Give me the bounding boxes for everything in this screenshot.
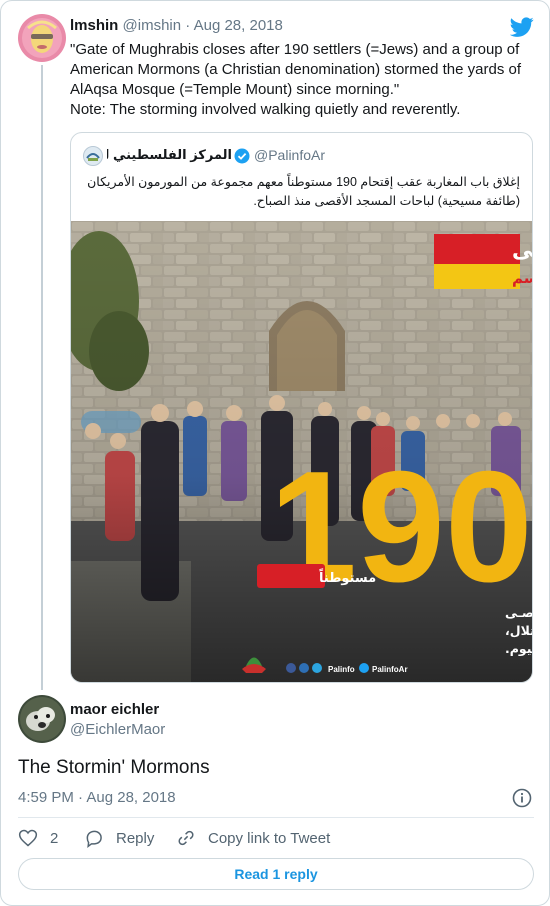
big-number: 190 xyxy=(269,439,533,615)
divider xyxy=(18,817,534,818)
tweet-text: "Gate of Mughrabis closes after 190 sett… xyxy=(70,40,535,120)
quoted-tweet-header: المركز الفلسطيني للإعلام @PalinfoAr xyxy=(83,146,520,166)
telegram-icon xyxy=(312,663,322,673)
reply-author-name[interactable]: maor eichler xyxy=(70,701,159,718)
info-icon[interactable] xyxy=(512,788,532,808)
quoted-tweet-image[interactable]: الأقصى #لن_يقسم 190 مستوطناً اقتحموا باح… xyxy=(71,221,533,682)
like-button[interactable]: 2 xyxy=(18,827,58,849)
tweet-header: lmshin @imshin · Aug 28, 2018 xyxy=(70,17,283,34)
badge-line2: #لن_يقسم xyxy=(512,269,533,287)
social-label-2: PalinfoAr xyxy=(372,665,408,674)
reply-button[interactable]: Reply xyxy=(84,827,154,849)
twitter-small-icon xyxy=(359,663,369,673)
author-name[interactable]: lmshin xyxy=(70,17,118,34)
author-handle[interactable]: @imshin xyxy=(123,17,182,34)
avatar[interactable] xyxy=(18,695,66,743)
like-count: 2 xyxy=(50,829,59,847)
instagram-icon xyxy=(299,663,309,673)
image-caption-line: اقتحموا باحات المسـجد الأقصـى xyxy=(505,605,533,620)
image-caption-line: صباح اليوم. xyxy=(505,641,533,657)
quoted-tweet-text: إغلاق باب المغاربة عقب إقتحام 190 مستوطن… xyxy=(83,173,520,211)
tweet-text-line: AlAqsa Mosque (=Temple Mount) since morn… xyxy=(70,81,400,98)
reply-label: Reply xyxy=(116,829,155,847)
tweet-embed-card: lmshin @imshin · Aug 28, 2018 "Gate of M… xyxy=(0,0,550,906)
thread-connector-line xyxy=(41,65,43,690)
separator-dot: · xyxy=(185,17,191,34)
badge-yellow-bg xyxy=(434,264,520,289)
quoted-text-line: إغلاق باب المغاربة عقب إقتحام 190 مستوطن… xyxy=(87,175,520,189)
reply-bubble-icon xyxy=(86,830,102,848)
tweet-date[interactable]: Aug 28, 2018 xyxy=(194,17,283,34)
quoted-author-name[interactable]: المركز الفلسطيني للإعلام xyxy=(107,147,232,163)
settlers-label: مستوطناً xyxy=(319,568,376,586)
avatar[interactable] xyxy=(18,14,66,62)
copy-link-button[interactable]: Copy link to Tweet xyxy=(176,827,330,849)
image-caption-line: المبارك بحماية من قوات الاحتلال، xyxy=(505,623,533,638)
quoted-avatar[interactable] xyxy=(83,146,103,166)
reply-timestamp[interactable]: 4:59 PM · Aug 28, 2018 xyxy=(18,789,176,806)
tweet-text-line: Note: The storming involved walking quie… xyxy=(70,101,461,118)
read-replies-button[interactable]: Read 1 reply xyxy=(18,858,534,890)
copy-link-label: Copy link to Tweet xyxy=(208,829,331,847)
badge-line1: الأقصى xyxy=(512,236,533,262)
link-icon xyxy=(178,830,194,846)
quoted-tweet[interactable]: المركز الفلسطيني للإعلام @PalinfoAr إغلا… xyxy=(70,132,533,683)
reply-author-handle[interactable]: @EichlerMaor xyxy=(70,721,165,738)
badge-red-bg xyxy=(434,234,520,264)
quoted-text-line: (طائفة مسيحية) لباحات المسجد الأقصى منذ … xyxy=(253,194,520,208)
settlers-badge xyxy=(257,564,325,588)
facebook-icon xyxy=(286,663,296,673)
twitter-bird-icon[interactable] xyxy=(509,15,534,39)
reply-text: The Stormin' Mormons xyxy=(18,757,210,778)
tweet-text-line: American Mormons (a Christian denominati… xyxy=(70,61,522,78)
heart-icon xyxy=(18,829,38,847)
quoted-author-handle[interactable]: @PalinfoAr xyxy=(254,147,325,163)
social-label-1: Palinfo xyxy=(328,665,355,674)
verified-badge-icon xyxy=(234,148,250,164)
tweet-text-line: "Gate of Mughrabis closes after 190 sett… xyxy=(70,41,520,58)
